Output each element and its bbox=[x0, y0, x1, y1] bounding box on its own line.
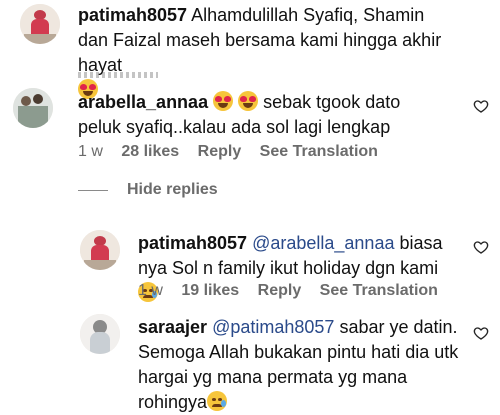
reply-time: 1 w bbox=[138, 282, 163, 299]
avatar[interactable] bbox=[13, 88, 53, 128]
comment-username[interactable]: patimah8057 bbox=[78, 5, 187, 25]
reply-meta: 1 w 19 likes Reply See Translation bbox=[138, 282, 452, 300]
comment-text: arabella_annaa sebak tgook dato peluk sy… bbox=[78, 90, 448, 140]
comment-meta: 1 w 28 likes Reply See Translation bbox=[78, 143, 392, 161]
mention-link[interactable]: @patimah8057 bbox=[212, 317, 334, 337]
avatar[interactable] bbox=[80, 314, 120, 354]
crying-face-emoji bbox=[207, 391, 228, 411]
likes-count[interactable]: 19 likes bbox=[181, 282, 239, 299]
see-translation-link[interactable]: See Translation bbox=[260, 143, 378, 160]
comment-username[interactable]: arabella_annaa bbox=[78, 92, 208, 112]
heart-eyes-emoji bbox=[213, 91, 234, 111]
heart-eyes-emoji bbox=[238, 91, 259, 111]
hide-replies-divider bbox=[78, 190, 108, 191]
like-heart-icon[interactable] bbox=[473, 325, 489, 341]
mention-link[interactable]: @arabella_annaa bbox=[252, 233, 394, 253]
avatar[interactable] bbox=[80, 230, 120, 270]
likes-count[interactable]: 28 likes bbox=[121, 143, 179, 160]
reply-button[interactable]: Reply bbox=[198, 143, 242, 160]
hide-replies-button[interactable]: Hide replies bbox=[127, 181, 218, 199]
see-translation-link[interactable]: See Translation bbox=[320, 282, 438, 299]
comment-text: patimah8057 Alhamdulillah Syafiq, Shamin… bbox=[78, 3, 448, 103]
reply-username[interactable]: saraajer bbox=[138, 317, 207, 337]
reply-text: saraajer @patimah8057 sabar ye datin. Se… bbox=[138, 315, 463, 415]
like-heart-icon[interactable] bbox=[473, 98, 489, 114]
comment-time: 1 w bbox=[78, 143, 103, 160]
like-heart-icon[interactable] bbox=[473, 239, 489, 255]
reply-button[interactable]: Reply bbox=[258, 282, 302, 299]
reply-username[interactable]: patimah8057 bbox=[138, 233, 247, 253]
avatar[interactable] bbox=[20, 4, 60, 44]
